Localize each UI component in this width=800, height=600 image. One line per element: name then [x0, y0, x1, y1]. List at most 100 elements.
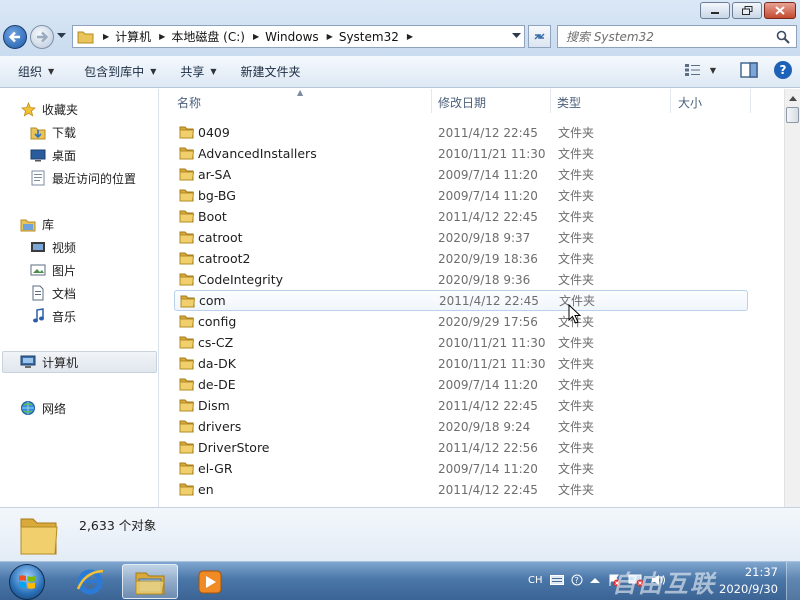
- minimize-button[interactable]: [700, 2, 730, 19]
- organize-menu[interactable]: 组织 ▼: [9, 60, 63, 84]
- breadcrumb-separator[interactable]: ▶: [103, 32, 109, 41]
- nav-downloads[interactable]: 下载: [30, 122, 76, 142]
- column-divider[interactable]: [550, 89, 551, 113]
- file-row[interactable]: cs-CZ 2010/11/21 11:30 文件夹: [174, 332, 748, 353]
- file-row[interactable]: com 2011/4/12 22:45 文件夹: [174, 290, 748, 311]
- file-row[interactable]: de-DE 2009/7/14 11:20 文件夹: [174, 374, 748, 395]
- file-type: 文件夹: [558, 378, 595, 392]
- breadcrumb-local-disk[interactable]: 本地磁盘 (C:) ▶: [171, 28, 259, 45]
- help-tray-icon[interactable]: ?: [571, 574, 583, 586]
- nav-network[interactable]: 网络: [20, 398, 66, 418]
- breadcrumb-arrow-icon[interactable]: ▶: [253, 32, 259, 41]
- arrow-left-icon: [8, 31, 20, 43]
- file-type: 文件夹: [558, 273, 595, 287]
- breadcrumb-system32[interactable]: System32 ▶: [339, 30, 413, 44]
- file-date: 2010/11/21 11:30: [438, 146, 546, 161]
- column-divider[interactable]: [750, 89, 751, 113]
- address-dropdown-icon[interactable]: [512, 33, 521, 39]
- help-icon[interactable]: ?: [774, 61, 792, 79]
- preview-pane-icon[interactable]: [740, 62, 758, 78]
- minimize-icon: [711, 11, 719, 14]
- search-input[interactable]: [558, 29, 768, 44]
- taskbar-windows-explorer[interactable]: [122, 564, 178, 599]
- share-menu[interactable]: 共享 ▼: [171, 60, 225, 84]
- column-header-name[interactable]: 名称: [177, 94, 201, 111]
- command-bar: 组织 ▼ 包含到库中 ▼ 共享 ▼ 新建文件夹 ▼ ?: [0, 56, 800, 88]
- file-row[interactable]: da-DK 2010/11/21 11:30 文件夹: [174, 353, 748, 374]
- nav-pictures[interactable]: 图片: [30, 260, 76, 280]
- column-divider[interactable]: [431, 89, 432, 113]
- window-controls: [700, 2, 796, 19]
- nav-label: 最近访问的位置: [52, 171, 137, 186]
- breadcrumb-arrow-icon[interactable]: ▶: [407, 32, 413, 41]
- file-type: 文件夹: [558, 399, 595, 413]
- scroll-up-button[interactable]: [786, 91, 799, 105]
- file-row[interactable]: Dism 2011/4/12 22:45 文件夹: [174, 395, 748, 416]
- nav-recent-places[interactable]: 最近访问的位置: [30, 168, 136, 188]
- windows-logo-icon: [9, 563, 45, 600]
- clock[interactable]: 21:37 2020/9/30: [716, 564, 778, 598]
- organize-label: 组织: [18, 65, 43, 79]
- search-icon[interactable]: [776, 30, 790, 44]
- taskbar-internet-explorer[interactable]: [62, 564, 118, 599]
- view-options-button[interactable]: ▼: [684, 63, 716, 77]
- nav-videos[interactable]: 视频: [30, 237, 76, 257]
- show-hidden-icons[interactable]: [589, 577, 600, 584]
- breadcrumb-computer[interactable]: 计算机 ▶: [115, 28, 165, 45]
- file-row[interactable]: 0409 2011/4/12 22:45 文件夹: [174, 122, 748, 143]
- file-row[interactable]: catroot2 2020/9/19 18:36 文件夹: [174, 248, 748, 269]
- clock-date: 2020/9/30: [719, 582, 778, 596]
- new-folder-button[interactable]: 新建文件夹: [232, 60, 310, 84]
- file-type: 文件夹: [558, 441, 595, 455]
- file-row[interactable]: Boot 2011/4/12 22:45 文件夹: [174, 206, 748, 227]
- scrollbar-thumb[interactable]: [786, 107, 799, 123]
- column-header-size[interactable]: 大小: [678, 94, 702, 111]
- file-row[interactable]: drivers 2020/9/18 9:24 文件夹: [174, 416, 748, 437]
- column-header-date[interactable]: 修改日期: [438, 94, 486, 111]
- back-button[interactable]: [3, 25, 27, 49]
- file-row[interactable]: catroot 2020/9/18 9:37 文件夹: [174, 227, 748, 248]
- nav-computer[interactable]: 计算机: [20, 352, 78, 372]
- column-divider[interactable]: [670, 89, 671, 113]
- refresh-button[interactable]: [528, 25, 551, 48]
- file-type: 文件夹: [558, 210, 595, 224]
- search-box[interactable]: [557, 25, 797, 48]
- start-button[interactable]: [5, 562, 49, 600]
- file-row[interactable]: AdvancedInstallers 2010/11/21 11:30 文件夹: [174, 143, 748, 164]
- breadcrumb-arrow-icon[interactable]: ▶: [159, 32, 165, 41]
- keyboard-icon[interactable]: [549, 575, 564, 585]
- nav-desktop[interactable]: 桌面: [30, 145, 76, 165]
- address-bar[interactable]: ▶ 计算机 ▶ 本地磁盘 (C:) ▶ Windows ▶ System32 ▶: [72, 25, 525, 48]
- show-desktop-button[interactable]: [786, 562, 800, 600]
- column-header-type[interactable]: 类型: [557, 94, 581, 111]
- taskbar-media-player[interactable]: [182, 564, 238, 599]
- file-row[interactable]: ar-SA 2009/7/14 11:20 文件夹: [174, 164, 748, 185]
- folder-icon: [179, 419, 195, 436]
- forward-button[interactable]: [30, 25, 54, 49]
- include-in-library-menu[interactable]: 包含到库中 ▼: [75, 60, 165, 84]
- document-icon: [30, 285, 46, 301]
- nav-libraries[interactable]: 库: [20, 214, 54, 234]
- file-row[interactable]: bg-BG 2009/7/14 11:20 文件夹: [174, 185, 748, 206]
- file-name: catroot: [198, 230, 243, 245]
- nav-favorites[interactable]: 收藏夹: [20, 99, 78, 119]
- file-name: Dism: [198, 398, 230, 413]
- breadcrumb-arrow-icon[interactable]: ▶: [327, 32, 333, 41]
- file-date: 2020/9/18 9:24: [438, 419, 531, 434]
- sort-ascending-icon: ▲: [297, 89, 304, 97]
- language-indicator[interactable]: CH: [528, 575, 543, 586]
- file-row[interactable]: config2020/9/29 17:56文件夹: [174, 311, 748, 332]
- file-row[interactable]: CodeIntegrity 2020/9/18 9:36 文件夹: [174, 269, 748, 290]
- vertical-scrollbar[interactable]: [784, 89, 800, 507]
- close-button[interactable]: [764, 2, 796, 19]
- breadcrumb-windows[interactable]: Windows ▶: [265, 30, 333, 44]
- nav-documents[interactable]: 文档: [30, 283, 76, 303]
- maximize-button[interactable]: [732, 2, 762, 19]
- file-type: 文件夹: [558, 336, 595, 350]
- nav-music[interactable]: 音乐: [30, 306, 76, 326]
- file-row[interactable]: DriverStore 2011/4/12 22:56 文件夹: [174, 437, 748, 458]
- file-row[interactable]: en 2011/4/12 22:45 文件夹: [174, 479, 748, 500]
- file-row[interactable]: el-GR 2009/7/14 11:20 文件夹: [174, 458, 748, 479]
- clock-time: 21:37: [744, 565, 778, 579]
- recent-pages-dropdown[interactable]: [57, 33, 66, 39]
